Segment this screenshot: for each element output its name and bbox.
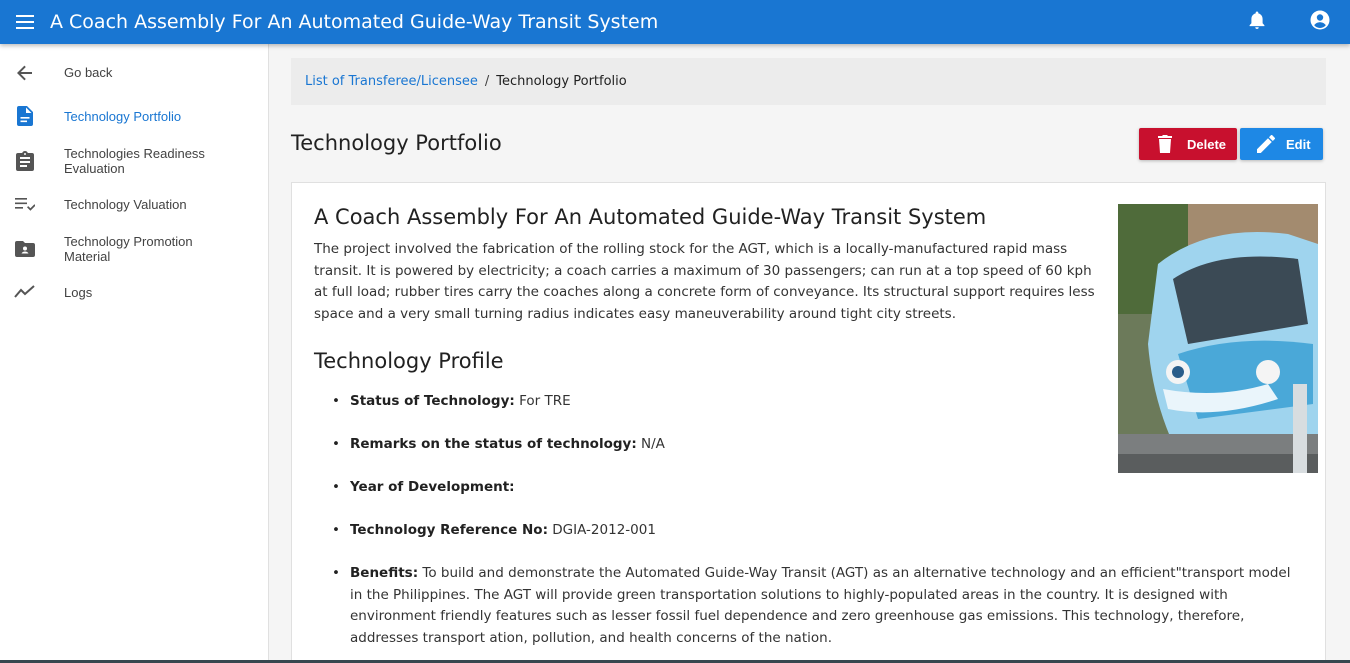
page-title: Technology Portfolio xyxy=(291,131,502,155)
sidebar-item-label: Technologies Readiness Evaluation xyxy=(64,146,205,176)
app-title: A Coach Assembly For An Automated Guide-… xyxy=(50,11,659,33)
list-item: Year of Development: xyxy=(332,477,1307,499)
sidebar-item-go-back[interactable]: Go back xyxy=(0,62,268,84)
list-item: Technology Reference No: DGIA-2012-001 xyxy=(332,520,1307,542)
trending-icon xyxy=(14,281,36,303)
sidebar-item-technologies-readiness-evaluation[interactable]: Technologies Readiness Evaluation xyxy=(0,145,268,177)
list-item: Benefits: To build and demonstrate the A… xyxy=(332,563,1307,650)
sidebar-item-label: Logs xyxy=(64,285,93,300)
sidebar-item-label: Technology Valuation xyxy=(64,197,187,212)
breadcrumb-current: Technology Portfolio xyxy=(496,74,627,89)
profile-key: Benefits: xyxy=(350,565,419,581)
sidebar-item-label: Technology Promotion Material xyxy=(64,234,193,264)
document-icon xyxy=(14,105,36,127)
delete-label: Delete xyxy=(1187,136,1227,152)
breadcrumb-link-transferee-list[interactable]: List of Transferee/Licensee xyxy=(305,74,478,89)
profile-key: Year of Development: xyxy=(350,479,515,495)
checklist-icon xyxy=(14,193,36,215)
sidebar-item-label: Technology Portfolio xyxy=(64,109,182,124)
trash-icon xyxy=(1155,134,1175,154)
technology-title: A Coach Assembly For An Automated Guide-… xyxy=(314,205,987,229)
profile-value: For TRE xyxy=(519,393,571,409)
list-item: Remarks on the status of technology: N/A xyxy=(332,434,1307,456)
app-bar: A Coach Assembly For An Automated Guide-… xyxy=(0,0,1350,44)
sidebar-item-logs[interactable]: Logs xyxy=(0,281,268,303)
profile-key: Remarks on the status of technology: xyxy=(350,436,637,452)
edit-button[interactable]: Edit xyxy=(1240,128,1323,160)
edit-label: Edit xyxy=(1286,136,1311,152)
breadcrumb: List of Transferee/Licensee / Technology… xyxy=(291,58,1326,105)
sidebar-item-label: Go back xyxy=(64,65,113,80)
sidebar: Go back Technology Portfolio Technologie… xyxy=(0,44,269,663)
main-content: List of Transferee/Licensee / Technology… xyxy=(269,44,1350,663)
profile-value: To build and demonstrate the Automated G… xyxy=(350,565,1291,647)
delete-button[interactable]: Delete xyxy=(1139,128,1237,160)
technology-description: The project involved the fabrication of … xyxy=(314,241,1095,323)
technology-profile-heading: Technology Profile xyxy=(314,349,504,373)
profile-key: Technology Reference No: xyxy=(350,522,548,538)
bell-icon[interactable] xyxy=(1248,10,1266,35)
menu-icon[interactable] xyxy=(0,0,50,44)
technology-photo xyxy=(1118,204,1318,473)
portfolio-card: A Coach Assembly For An Automated Guide-… xyxy=(291,182,1326,663)
profile-key: Status of Technology: xyxy=(350,393,515,409)
pencil-icon xyxy=(1256,134,1276,154)
sidebar-item-technology-valuation[interactable]: Technology Valuation xyxy=(0,193,268,215)
sidebar-item-technology-promotion-material[interactable]: Technology Promotion Material xyxy=(0,233,268,265)
breadcrumb-separator: / xyxy=(484,74,490,89)
profile-value: DGIA-2012-001 xyxy=(552,522,656,538)
arrow-left-icon xyxy=(14,62,36,84)
clipboard-icon xyxy=(14,150,36,172)
account-icon[interactable] xyxy=(1310,10,1330,35)
sidebar-item-technology-portfolio[interactable]: Technology Portfolio xyxy=(0,105,268,127)
list-item: Status of Technology: For TRE xyxy=(332,391,1307,413)
profile-value: N/A xyxy=(641,436,665,452)
folder-account-icon xyxy=(14,238,36,260)
